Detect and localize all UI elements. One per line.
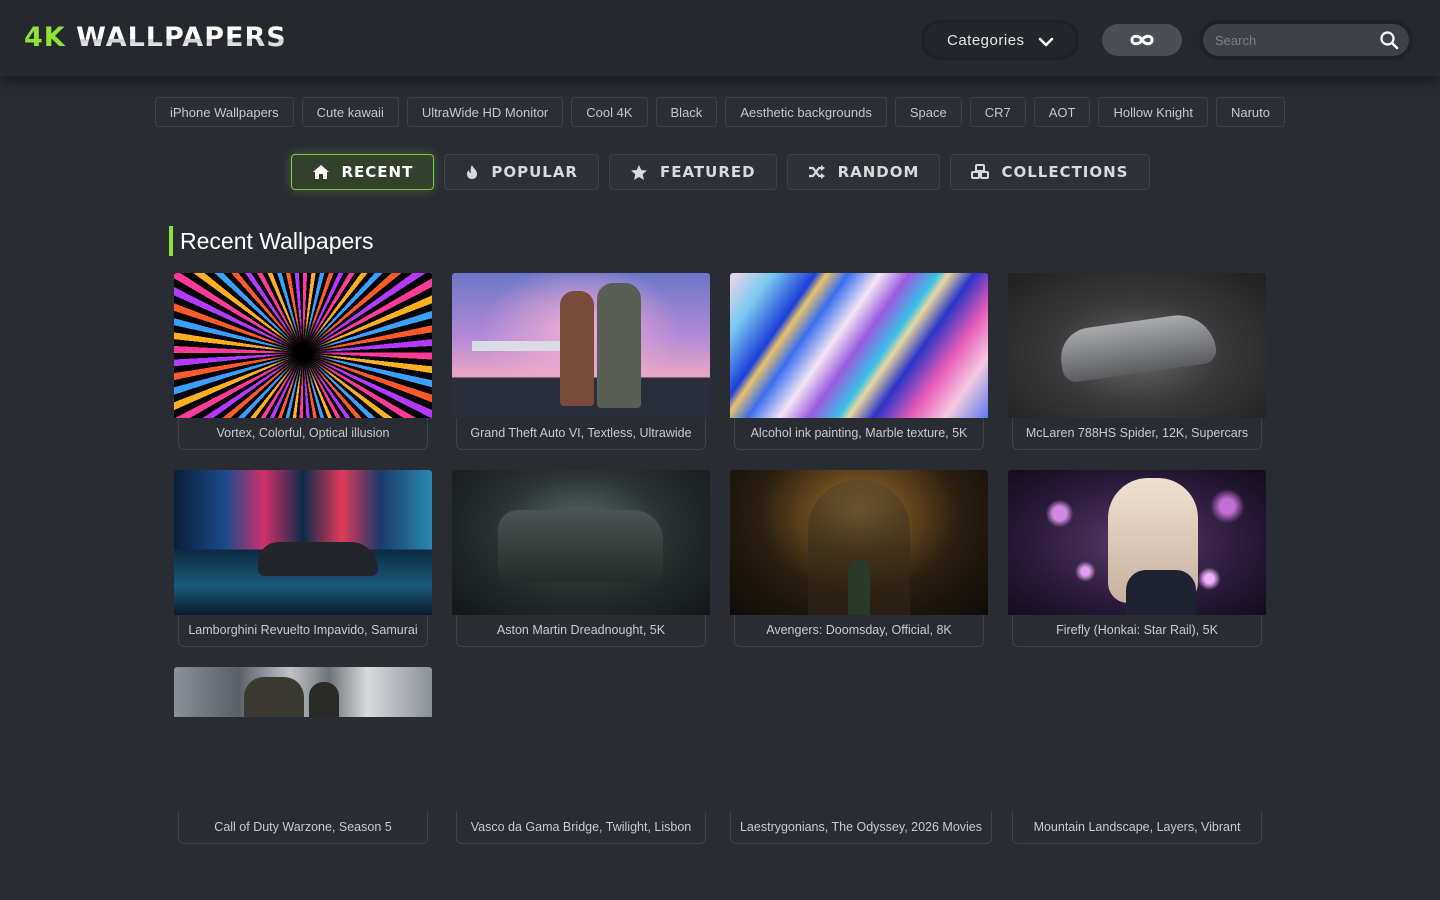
infinity-icon [1130,34,1154,46]
tab-featured[interactable]: FEATURED [608,154,777,190]
nav-tabs: RECENT POPULAR FEATURED RANDOM COLLECTIO… [0,154,1440,190]
wallpaper-card: McLaren 788HS Spider, 12K, Supercars [1008,273,1266,453]
wallpaper-title[interactable]: Call of Duty Warzone, Season 5 [178,812,428,844]
wallpaper-thumbnail[interactable] [1008,667,1266,812]
tab-random-label: RANDOM [837,163,920,181]
tag-cute-kawaii[interactable]: Cute kawaii [301,97,399,127]
tag-cool-4k[interactable]: Cool 4K [571,97,648,127]
wallpaper-thumbnail[interactable] [452,470,710,615]
wallpaper-thumbnail[interactable] [730,667,988,812]
search-box [1199,20,1413,60]
categories-dropdown[interactable]: Categories [921,20,1079,60]
tag-hollow-knight[interactable]: Hollow Knight [1098,97,1208,127]
tag-black[interactable]: Black [655,97,718,127]
wallpaper-card: Alcohol ink painting, Marble texture, 5K [730,273,988,453]
wallpaper-card: Call of Duty Warzone, Season 5 [174,667,432,847]
star-icon [630,164,647,180]
wallpaper-card: Aston Martin Dreadnought, 5K [452,470,710,650]
tag-ultrawide[interactable]: UltraWide HD Monitor [406,97,564,127]
search-icon[interactable] [1379,30,1399,50]
wallpaper-title[interactable]: Avengers: Doomsday, Official, 8K [734,615,984,647]
wallpaper-thumbnail[interactable] [730,273,988,418]
wallpaper-card: Avengers: Doomsday, Official, 8K [730,470,988,650]
tag-aesthetic[interactable]: Aesthetic backgrounds [725,97,887,127]
wallpaper-title[interactable]: Lamborghini Revuelto Impavido, Samurai [178,615,428,647]
tab-collections-label: COLLECTIONS [1001,163,1129,181]
wallpaper-thumbnail[interactable] [174,667,432,717]
wallpaper-title[interactable]: Grand Theft Auto VI, Textless, Ultrawide [456,418,706,450]
wallpaper-card: Firefly (Honkai: Star Rail), 5K [1008,470,1266,650]
wallpaper-title[interactable]: Laestrygonians, The Odyssey, 2026 Movies [730,812,992,844]
collections-icon [971,164,990,179]
wallpaper-thumbnail[interactable] [174,470,432,615]
tag-aot[interactable]: AOT [1033,97,1091,127]
logo-text: WALLPAPERS [76,22,287,53]
chevron-down-icon [1038,37,1054,47]
wallpaper-card: Vasco da Gama Bridge, Twilight, Lisbon [452,667,710,847]
wallpaper-card: Mountain Landscape, Layers, Vibrant [1008,667,1266,847]
tag-bar: iPhone Wallpapers Cute kawaii UltraWide … [0,97,1440,127]
infinite-scroll-toggle[interactable] [1102,24,1182,56]
site-header: 4K WALLPAPERS Categories [0,0,1440,76]
categories-label: Categories [947,31,1025,49]
site-logo[interactable]: 4K WALLPAPERS [24,22,287,54]
wallpaper-thumbnail[interactable] [730,470,988,615]
tab-collections[interactable]: COLLECTIONS [950,154,1150,190]
tab-popular-label: POPULAR [491,163,578,181]
wallpaper-thumbnail[interactable] [452,273,710,418]
tab-popular[interactable]: POPULAR [444,154,599,190]
wallpaper-title[interactable]: Alcohol ink painting, Marble texture, 5K [734,418,984,450]
tag-cr7[interactable]: CR7 [969,97,1026,127]
wallpaper-title[interactable]: Firefly (Honkai: Star Rail), 5K [1012,615,1262,647]
fire-icon [467,165,478,179]
wallpaper-thumbnail[interactable] [452,667,710,812]
tag-space[interactable]: Space [894,97,962,127]
tab-random[interactable]: RANDOM [786,154,941,190]
shuffle-icon [808,165,825,179]
wallpaper-card: Lamborghini Revuelto Impavido, Samurai [174,470,432,650]
wallpaper-title[interactable]: McLaren 788HS Spider, 12K, Supercars [1012,418,1262,450]
wallpaper-title[interactable]: Vortex, Colorful, Optical illusion [178,418,428,450]
wallpaper-thumbnail[interactable] [174,273,432,418]
wallpaper-thumbnail[interactable] [1008,273,1266,418]
logo-accent: 4K [24,22,66,53]
wallpaper-card: Grand Theft Auto VI, Textless, Ultrawide [452,273,710,453]
tab-recent[interactable]: RECENT [290,154,435,190]
wallpaper-card: Laestrygonians, The Odyssey, 2026 Movies [730,667,992,847]
wallpaper-title[interactable]: Mountain Landscape, Layers, Vibrant [1012,812,1262,844]
section-title: Recent Wallpapers [169,226,373,256]
tab-featured-label: FEATURED [659,163,756,181]
tag-naruto[interactable]: Naruto [1215,97,1285,127]
home-icon [312,165,329,179]
wallpaper-card: Vortex, Colorful, Optical illusion [174,273,432,453]
search-field-wrapper [1203,24,1409,56]
wallpaper-title[interactable]: Aston Martin Dreadnought, 5K [456,615,706,647]
tag-iphone-wallpapers[interactable]: iPhone Wallpapers [155,97,294,127]
search-input[interactable] [1203,24,1373,56]
wallpaper-title[interactable]: Vasco da Gama Bridge, Twilight, Lisbon [456,812,706,844]
tab-recent-label: RECENT [341,163,414,181]
wallpaper-thumbnail[interactable] [1008,470,1266,615]
